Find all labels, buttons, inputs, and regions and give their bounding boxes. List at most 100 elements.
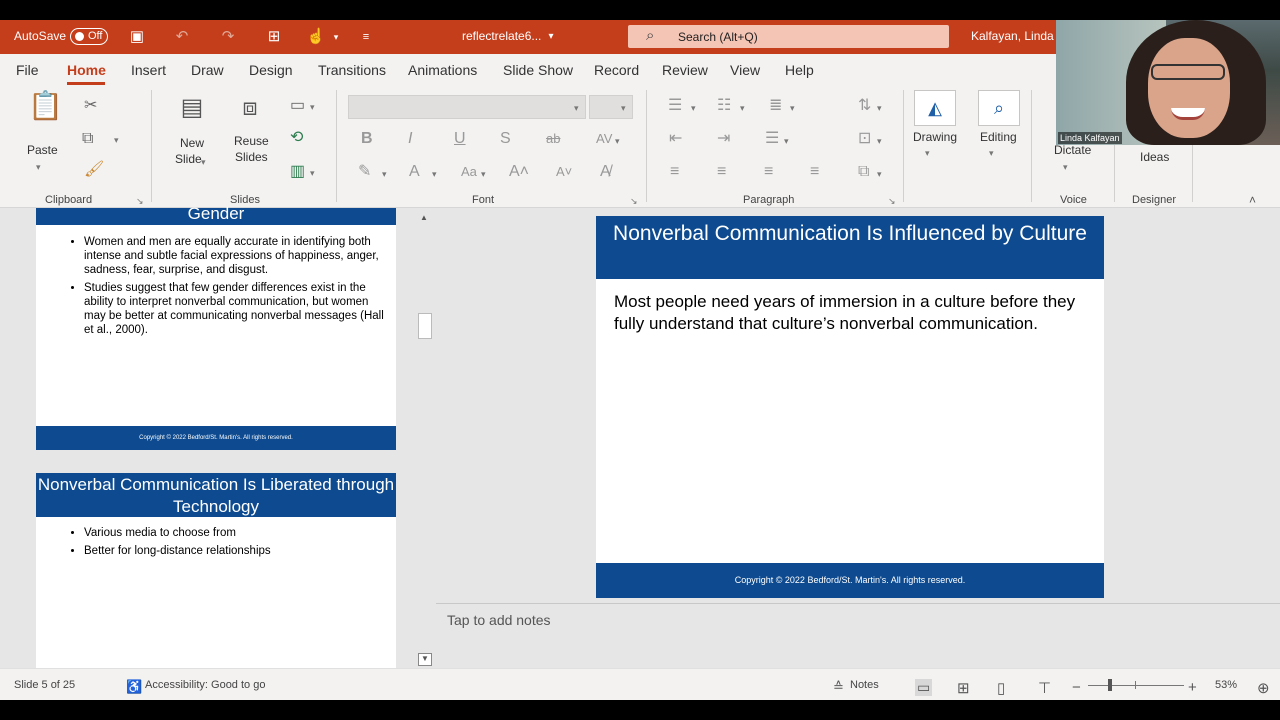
tab-review[interactable]: Review <box>662 62 708 78</box>
tab-insert[interactable]: Insert <box>131 62 166 78</box>
change-case-icon[interactable]: Aa <box>461 162 477 182</box>
drawing-icon[interactable]: ◭ <box>914 90 956 126</box>
paste-icon[interactable]: 📋 <box>28 92 63 130</box>
editing-label[interactable]: Editing <box>980 130 1017 144</box>
save-icon[interactable]: ▣ <box>127 27 147 47</box>
underline-button[interactable]: U <box>454 129 466 149</box>
tab-slide-show[interactable]: Slide Show <box>503 62 573 78</box>
decrease-indent-icon[interactable]: ⇤ <box>669 129 682 149</box>
notes-icon[interactable]: ≙ <box>833 679 844 695</box>
drawing-label[interactable]: Drawing <box>913 130 957 144</box>
zoom-slider-thumb[interactable] <box>1108 679 1112 691</box>
search-box[interactable]: ⌕ Search (Alt+Q) <box>628 25 949 48</box>
slide-show-icon[interactable]: ⊤ <box>1038 679 1051 697</box>
new-slide-chevron-icon[interactable]: ▾ <box>201 152 206 172</box>
tab-file[interactable]: File <box>16 62 39 78</box>
collapse-ribbon-icon[interactable]: ˄ <box>1249 190 1256 210</box>
zoom-slider[interactable] <box>1088 685 1184 686</box>
bullets-icon[interactable]: ☰ <box>668 96 682 116</box>
align-text-chevron-icon[interactable]: ▾ <box>877 131 882 151</box>
touch-mode-icon[interactable]: ☝ <box>306 27 326 47</box>
font-launcher-icon[interactable]: ↘ <box>630 196 638 207</box>
editing-icon[interactable]: ⌕ <box>978 90 1020 126</box>
align-center-icon[interactable]: ≡ <box>717 162 726 182</box>
zoom-in-icon[interactable]: + <box>1188 679 1197 696</box>
present-icon[interactable]: ⊞ <box>264 27 284 47</box>
text-direction-icon[interactable]: ⇅ <box>858 96 871 116</box>
line-spacing-icon[interactable]: ≣ <box>769 96 782 116</box>
font-size-chevron-icon[interactable]: ▾ <box>621 98 626 118</box>
font-name-select[interactable] <box>348 95 586 119</box>
align-text-icon[interactable]: ⊡ <box>858 129 871 149</box>
numbering-chevron-icon[interactable]: ▾ <box>740 98 745 118</box>
tab-draw[interactable]: Draw <box>191 62 224 78</box>
customize-toolbar-icon[interactable]: ≡ <box>356 27 376 47</box>
undo-icon[interactable]: ↶ <box>172 27 192 47</box>
layout-icon[interactable]: ▭ <box>290 96 305 116</box>
dictate-chevron-icon[interactable]: ▾ <box>1063 157 1068 177</box>
copy-icon[interactable]: ⧉ <box>82 129 93 149</box>
shadow-button[interactable]: S <box>500 129 511 149</box>
redo-icon[interactable]: ↷ <box>218 27 238 47</box>
thumbnail-scrollbar[interactable]: ▲ ▼ <box>416 208 434 668</box>
change-case-chevron-icon[interactable]: ▾ <box>481 164 486 184</box>
tab-transitions[interactable]: Transitions <box>318 62 386 78</box>
font-name-chevron-icon[interactable]: ▾ <box>574 98 579 118</box>
reuse-slides-label[interactable]: Reuse <box>234 134 269 148</box>
scroll-down-icon[interactable]: ▼ <box>418 653 432 666</box>
slide-title[interactable]: Nonverbal Communication Is Influenced by… <box>596 216 1104 279</box>
bullets-chevron-icon[interactable]: ▾ <box>691 98 696 118</box>
drawing-chevron-icon[interactable]: ▾ <box>925 143 930 163</box>
format-painter-icon[interactable]: 🖌 <box>84 160 104 180</box>
line-spacing-chevron-icon[interactable]: ▾ <box>790 98 795 118</box>
paste-chevron-icon[interactable]: ▾ <box>36 157 41 177</box>
layout-chevron-icon[interactable]: ▾ <box>310 97 315 117</box>
slide-thumbnail-6[interactable]: Gender Women and men are equally accurat… <box>36 205 396 450</box>
reuse-slides-icon[interactable]: ⧈ <box>234 96 266 126</box>
paragraph-launcher-icon[interactable]: ↘ <box>888 196 896 207</box>
tab-home[interactable]: Home <box>67 62 106 78</box>
decrease-font-size-icon[interactable]: A˅ <box>556 162 572 182</box>
strikethrough-button[interactable]: ab <box>546 129 560 149</box>
notes-button[interactable]: Notes <box>850 679 879 691</box>
smartart-chevron-icon[interactable]: ▾ <box>877 164 882 184</box>
reading-view-icon[interactable]: ▯ <box>997 679 1005 697</box>
file-name[interactable]: reflectrelate6... <box>462 29 541 43</box>
highlight-chevron-icon[interactable]: ▾ <box>382 164 387 184</box>
numbering-icon[interactable]: ☷ <box>717 96 731 116</box>
reuse-slides-label-2[interactable]: Slides <box>235 150 268 164</box>
clipboard-launcher-icon[interactable]: ↘ <box>136 196 144 207</box>
user-name[interactable]: Kalfayan, Linda <box>971 29 1054 43</box>
bold-button[interactable]: B <box>361 129 373 149</box>
copy-chevron-icon[interactable]: ▾ <box>114 130 119 150</box>
zoom-level[interactable]: 53% <box>1215 679 1237 691</box>
columns-chevron-icon[interactable]: ▾ <box>784 131 789 151</box>
autosave-toggle[interactable]: Off <box>70 28 108 45</box>
scroll-thumb[interactable] <box>418 313 432 339</box>
accessibility-icon[interactable]: ♿ <box>126 679 142 695</box>
tab-record[interactable]: Record <box>594 62 639 78</box>
section-icon[interactable]: ▥ <box>290 162 305 182</box>
character-spacing-chevron-icon[interactable]: ▾ <box>615 131 620 151</box>
new-slide-label-2[interactable]: Slide <box>175 152 202 166</box>
columns-icon[interactable]: ☰ <box>765 129 779 149</box>
current-slide[interactable]: Nonverbal Communication Is Influenced by… <box>596 216 1104 598</box>
tab-animations[interactable]: Animations <box>408 62 477 78</box>
tab-view[interactable]: View <box>730 62 760 78</box>
highlight-icon[interactable]: ✎ <box>358 162 371 182</box>
dictate-label[interactable]: Dictate <box>1054 143 1091 157</box>
align-right-icon[interactable]: ≡ <box>764 162 773 182</box>
clear-formatting-icon[interactable]: A̸ <box>600 162 611 182</box>
paste-label[interactable]: Paste <box>27 143 58 157</box>
font-size-select[interactable] <box>589 95 633 119</box>
touch-mode-chevron-icon[interactable]: ▾ <box>326 27 346 47</box>
new-slide-icon[interactable]: ▤ <box>176 96 208 126</box>
font-color-icon[interactable]: A <box>409 162 420 182</box>
editing-chevron-icon[interactable]: ▾ <box>989 143 994 163</box>
fit-to-window-icon[interactable]: ⊕ <box>1257 679 1270 697</box>
font-color-chevron-icon[interactable]: ▾ <box>432 164 437 184</box>
reset-icon[interactable]: ⟲ <box>290 128 303 148</box>
new-slide-label[interactable]: New <box>180 136 204 150</box>
tab-help[interactable]: Help <box>785 62 814 78</box>
smartart-icon[interactable]: ⧉ <box>858 162 869 182</box>
